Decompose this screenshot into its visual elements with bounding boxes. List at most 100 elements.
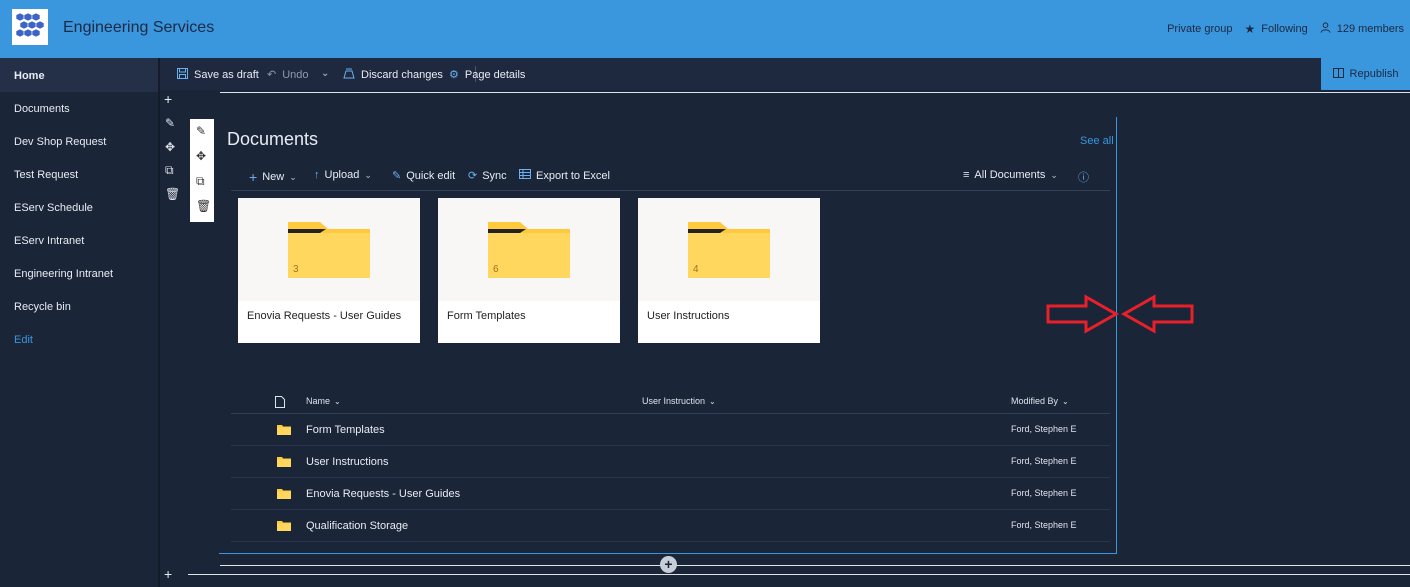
see-all-link[interactable]: See all bbox=[1080, 135, 1114, 147]
save-icon bbox=[177, 68, 188, 82]
export-label: Export to Excel bbox=[536, 169, 610, 182]
nav-item-dev-shop-request[interactable]: Dev Shop Request bbox=[14, 136, 106, 148]
move-section-icon[interactable]: ✥ bbox=[165, 140, 175, 154]
export-excel-button[interactable]: Export to Excel bbox=[519, 169, 610, 182]
left-navigation: Home Documents Dev Shop Request Test Req… bbox=[0, 58, 158, 587]
upload-arrow-icon: ↑ bbox=[314, 169, 320, 181]
row-name[interactable]: Form Templates bbox=[306, 424, 385, 436]
upload-button[interactable]: ↑ Upload ⌄ bbox=[314, 169, 372, 181]
save-draft-button[interactable]: Save as draft bbox=[177, 68, 259, 82]
folder-tile[interactable]: 3 Enovia Requests - User Guides bbox=[238, 198, 420, 343]
nav-edit-link[interactable]: Edit bbox=[14, 334, 33, 346]
quick-edit-button[interactable]: ✎ Quick edit bbox=[392, 169, 456, 183]
nav-item-eserv-intranet[interactable]: EServ Intranet bbox=[14, 235, 84, 247]
nav-item-documents[interactable]: Documents bbox=[14, 103, 70, 115]
folder-tile[interactable]: 4 User Instructions bbox=[638, 198, 820, 343]
row-modified-by: Ford, Stephen E bbox=[1011, 424, 1077, 434]
sync-icon: ⟳ bbox=[468, 170, 478, 182]
delete-webpart-icon[interactable]: 🗑 bbox=[196, 199, 211, 213]
discard-changes-button[interactable]: Discard changes bbox=[343, 68, 443, 82]
column-header-name[interactable]: Name ⌄ bbox=[306, 396, 341, 406]
nav-item-home[interactable]: Home bbox=[14, 70, 45, 82]
following-button[interactable]: ★ Following bbox=[1245, 22, 1308, 36]
folder-item-count: 4 bbox=[693, 264, 699, 275]
quick-edit-label: Quick edit bbox=[406, 169, 456, 182]
edit-webpart-pencil-icon[interactable]: ✎ bbox=[196, 124, 206, 138]
folder-tile-preview: 3 bbox=[238, 198, 420, 301]
table-row[interactable]: Enovia Requests - User Guides Ford, Step… bbox=[231, 478, 1110, 510]
view-selector[interactable]: ≡ All Documents ⌄ bbox=[963, 169, 1058, 181]
republish-button[interactable]: Republish bbox=[1321, 58, 1410, 90]
new-label: New bbox=[262, 171, 285, 183]
hexagon-logo-icon[interactable] bbox=[12, 9, 48, 45]
folder-tile-preview: 6 bbox=[438, 198, 620, 301]
info-button[interactable]: ⓘ bbox=[1078, 169, 1094, 185]
folder-tile-name: Enovia Requests - User Guides bbox=[247, 310, 402, 322]
add-section-bottom-plus-icon[interactable]: + bbox=[164, 566, 172, 582]
chevron-down-icon: ⌄ bbox=[289, 171, 297, 182]
chevron-down-icon: ⌄ bbox=[1050, 169, 1058, 180]
book-icon bbox=[1332, 67, 1344, 81]
section-divider-bottom bbox=[220, 565, 1410, 566]
nav-item-eserv-schedule[interactable]: EServ Schedule bbox=[14, 202, 93, 214]
page-details-label: Page details bbox=[464, 68, 526, 81]
list-lines-icon: ≡ bbox=[963, 169, 970, 181]
section-divider-top bbox=[220, 92, 1410, 93]
nav-item-engineering-intranet[interactable]: Engineering Intranet bbox=[14, 268, 113, 280]
folder-icon bbox=[277, 425, 291, 435]
column-name-label: Name bbox=[306, 396, 331, 406]
folder-icon bbox=[277, 521, 291, 531]
view-label: All Documents bbox=[974, 169, 1046, 181]
page-details-button[interactable]: ⚙ Page details bbox=[449, 68, 526, 82]
discard-icon bbox=[343, 68, 355, 82]
folder-item-count: 6 bbox=[493, 264, 499, 275]
site-title[interactable]: Engineering Services bbox=[63, 19, 214, 37]
delete-section-icon[interactable]: 🗑 bbox=[165, 187, 180, 201]
row-modified-by: Ford, Stephen E bbox=[1011, 488, 1077, 498]
sync-button[interactable]: ⟳ Sync bbox=[468, 169, 507, 183]
duplicate-webpart-icon[interactable]: ⧉ bbox=[196, 174, 205, 189]
table-row[interactable]: Form Templates Ford, Stephen E bbox=[231, 414, 1110, 446]
republish-label: Republish bbox=[1349, 68, 1399, 80]
nav-item-test-request[interactable]: Test Request bbox=[14, 169, 78, 181]
members-button[interactable]: 129 members bbox=[1320, 22, 1404, 36]
plus-icon: + bbox=[249, 169, 258, 185]
command-separator bbox=[231, 190, 1110, 191]
nav-item-recycle-bin[interactable]: Recycle bin bbox=[14, 301, 71, 313]
undo-dropdown-button[interactable]: ⌄ bbox=[321, 68, 329, 79]
sync-label: Sync bbox=[482, 169, 507, 182]
upload-label: Upload bbox=[324, 169, 360, 181]
pencil-icon: ✎ bbox=[392, 170, 402, 182]
row-name[interactable]: User Instructions bbox=[306, 456, 389, 468]
members-label: 129 members bbox=[1336, 23, 1404, 35]
add-webpart-plus-icon[interactable]: + bbox=[660, 556, 677, 573]
table-row[interactable]: User Instructions Ford, Stephen E bbox=[231, 446, 1110, 478]
new-button[interactable]: + New ⌄ bbox=[249, 169, 297, 185]
webpart-title: Documents bbox=[227, 129, 319, 149]
folder-item-count: 3 bbox=[293, 264, 299, 275]
row-name[interactable]: Enovia Requests - User Guides bbox=[306, 488, 460, 500]
file-type-icon[interactable] bbox=[275, 396, 285, 410]
list-header: Name ⌄ User Instruction ⌄ Modified By ⌄ bbox=[231, 388, 1110, 414]
excel-icon bbox=[519, 169, 531, 182]
folder-tile[interactable]: 6 Form Templates bbox=[438, 198, 620, 343]
page-command-bar: Save as draft ↶ Undo ⌄ Discard changes ⚙ P… bbox=[160, 58, 1410, 90]
chevron-down-icon: ⌄ bbox=[334, 397, 341, 406]
row-modified-by: Ford, Stephen E bbox=[1011, 520, 1077, 530]
folder-tile-name: Form Templates bbox=[447, 310, 526, 322]
table-row[interactable]: Qualification Storage Ford, Stephen E bbox=[231, 510, 1110, 542]
column-header-user-instruction[interactable]: User Instruction ⌄ bbox=[642, 396, 716, 406]
row-modified-by: Ford, Stephen E bbox=[1011, 456, 1077, 466]
row-name[interactable]: Qualification Storage bbox=[306, 520, 408, 532]
folder-icon bbox=[277, 489, 291, 499]
duplicate-section-icon[interactable]: ⧉ bbox=[165, 163, 174, 178]
move-webpart-icon[interactable]: ✥ bbox=[196, 149, 206, 163]
edit-section-icon[interactable]: ✎ bbox=[165, 116, 175, 130]
add-section-top-plus-icon[interactable]: + bbox=[164, 91, 172, 107]
site-header: Engineering Services Private group ★ Foll… bbox=[0, 0, 1410, 58]
chevron-down-icon: ⌄ bbox=[1062, 397, 1069, 406]
column-header-modified-by[interactable]: Modified By ⌄ bbox=[1011, 396, 1069, 406]
save-draft-label: Save as draft bbox=[194, 69, 259, 81]
undo-button[interactable]: ↶ Undo bbox=[267, 68, 309, 82]
chevron-down-icon: ⌄ bbox=[709, 397, 716, 406]
